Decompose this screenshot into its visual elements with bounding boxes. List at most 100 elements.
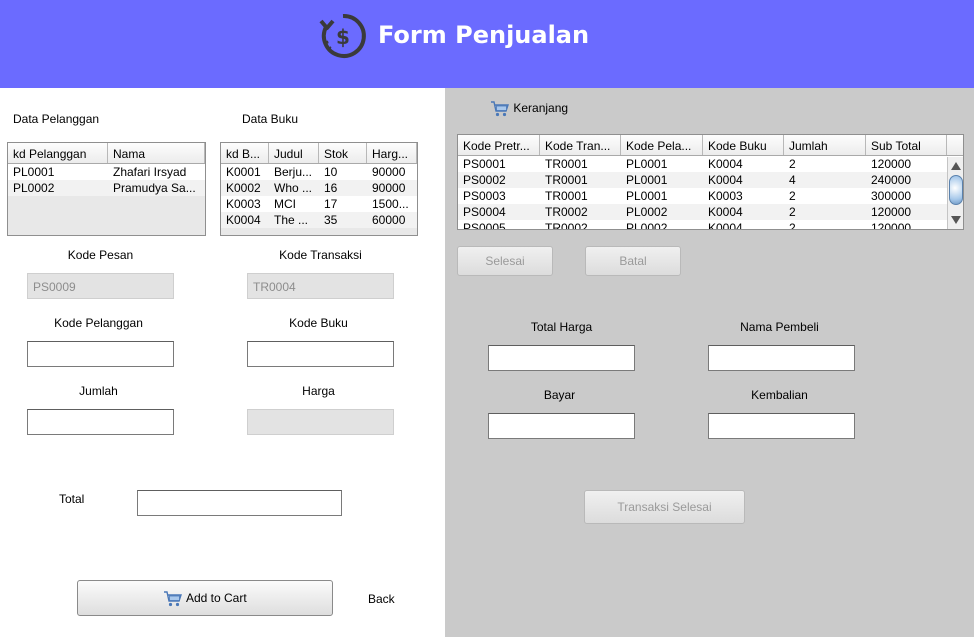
table-cell: 16 [324,181,338,195]
column-header[interactable]: kd Pelanggan [8,143,108,163]
table-cell: K0002 [226,181,261,195]
table-cell: 60000 [372,213,406,227]
table-cell: PL0001 [626,189,668,203]
column-header[interactable]: Stok [319,143,367,163]
table-cell: Pramudya Sa... [113,181,196,195]
total-harga-field[interactable] [488,345,635,371]
add-to-cart-label: Add to Cart [185,591,247,605]
table-cell: PS0004 [463,205,506,219]
table-row[interactable]: PS0004 TR0002 PL0002 K0004 2 120000 [458,204,963,220]
kode-buku-label: Kode Buku [289,316,348,330]
table-cell: PS0003 [463,189,506,203]
table-cell: 17 [324,197,338,211]
table-cell: 2 [789,221,796,230]
table-cell: TR0001 [545,157,588,171]
jumlah-label: Jumlah [79,384,118,398]
table-row[interactable]: PL0001 Zhafari Irsyad [8,164,205,180]
table-cell: TR0002 [545,205,588,219]
jumlah-field[interactable] [27,409,174,435]
total-field[interactable] [137,490,342,516]
column-header[interactable]: Kode Tran... [540,135,621,155]
table-cell: PL0001 [626,157,668,171]
scroll-down-arrow-icon[interactable] [951,216,961,224]
bayar-field[interactable] [488,413,635,439]
transaksi-selesai-button[interactable]: Transaksi Selesai [584,490,745,524]
table-cell: 2 [789,205,796,219]
table-cell: K0003 [708,189,743,203]
table-cell: 2 [789,189,796,203]
kode-pelanggan-label: Kode Pelanggan [54,316,143,330]
column-header[interactable]: Kode Pretr... [458,135,540,155]
back-link[interactable]: Back [368,592,395,606]
scroll-up-arrow-icon[interactable] [951,162,961,170]
nama-pembeli-field[interactable] [708,345,855,371]
scroll-thumb[interactable] [949,175,963,205]
cart-table[interactable]: Kode Pretr... Kode Tran... Kode Pela... … [457,134,964,230]
table-cell: MCI [274,197,296,211]
table-row[interactable]: PS0005 TR0002 PL0002 K0004 2 120000 [458,220,963,230]
table-cell: PL0002 [626,221,668,230]
nama-pembeli-label: Nama Pembeli [740,320,819,334]
table-header: kd B... Judul Stok Harg... [221,143,417,164]
dollar-refresh-icon: $ [319,13,366,58]
table-cell: TR0002 [545,221,588,230]
table-row[interactable]: PS0003 TR0001 PL0001 K0003 2 300000 [458,188,963,204]
table-row[interactable]: PS0001 TR0001 PL0001 K0004 2 120000 [458,156,963,172]
table-cell: K0004 [708,173,743,187]
selesai-button[interactable]: Selesai [457,246,553,276]
pelanggan-section-label: Data Pelanggan [13,112,100,126]
column-header[interactable]: Kode Buku [703,135,784,155]
table-row[interactable]: PL0002 Pramudya Sa... [8,180,205,196]
right-panel: Keranjang Kode Pretr... Kode Tran... Kod… [445,88,974,637]
kode-pesan-field: PS0009 [27,273,174,299]
buku-table[interactable]: kd B... Judul Stok Harg... K0001 Berju..… [220,142,418,236]
batal-button[interactable]: Batal [585,246,681,276]
buku-section-label: Data Buku [242,112,299,126]
table-cell: K0004 [708,157,743,171]
svg-text:$: $ [336,25,350,49]
kembalian-label: Kembalian [751,388,808,402]
table-row[interactable]: PS0002 TR0001 PL0001 K0004 4 240000 [458,172,963,188]
table-cell: TR0001 [545,189,588,203]
table-cell: K0004 [708,205,743,219]
bayar-label: Bayar [543,388,576,402]
table-row[interactable]: K0003 MCI 17 1500... [221,196,417,212]
kembalian-field[interactable] [708,413,855,439]
table-row[interactable]: K0004 The ... 35 60000 [221,212,417,228]
table-cell: PL0002 [626,205,668,219]
table-cell: 240000 [871,173,912,187]
kode-transaksi-label: Kode Transaksi [279,248,362,262]
kode-pelanggan-field[interactable] [27,341,174,367]
kode-transaksi-field: TR0004 [247,273,394,299]
add-to-cart-button[interactable]: Add to Cart [77,580,333,616]
table-cell: PL0001 [13,165,55,179]
total-harga-label: Total Harga [530,320,593,334]
column-header[interactable]: Kode Pela... [621,135,703,155]
table-row[interactable]: K0002 Who ... 16 90000 [221,180,417,196]
table-cell: 90000 [372,165,406,179]
column-header[interactable]: kd B... [221,143,269,163]
column-header[interactable]: Sub Total [866,135,947,155]
column-header[interactable]: Harg... [367,143,417,163]
total-label: Total [59,492,85,506]
left-panel: Data Pelanggan Data Buku kd Pelanggan Na… [0,88,445,637]
table-cell: K0003 [226,197,261,211]
column-header[interactable]: Jumlah [784,135,866,155]
pelanggan-table[interactable]: kd Pelanggan Nama PL0001 Zhafari Irsyad … [7,142,206,236]
table-cell: K0004 [226,213,261,227]
keranjang-label: Keranjang [513,101,569,116]
harga-field [247,409,394,435]
column-header[interactable]: Judul [269,143,319,163]
cart-table-scrollbar[interactable] [947,157,963,229]
table-header: Kode Pretr... Kode Tran... Kode Pela... … [458,135,963,156]
kode-pesan-label: Kode Pesan [67,248,134,262]
table-cell: PS0002 [463,173,506,187]
table-cell: 4 [789,173,796,187]
table-cell: 300000 [871,189,912,203]
table-cell: Who ... [274,181,313,195]
kode-buku-field[interactable] [247,341,394,367]
table-cell: 2 [789,157,796,171]
table-cell: TR0001 [545,173,588,187]
column-header[interactable]: Nama [108,143,205,163]
table-row[interactable]: K0001 Berju... 10 90000 [221,164,417,180]
